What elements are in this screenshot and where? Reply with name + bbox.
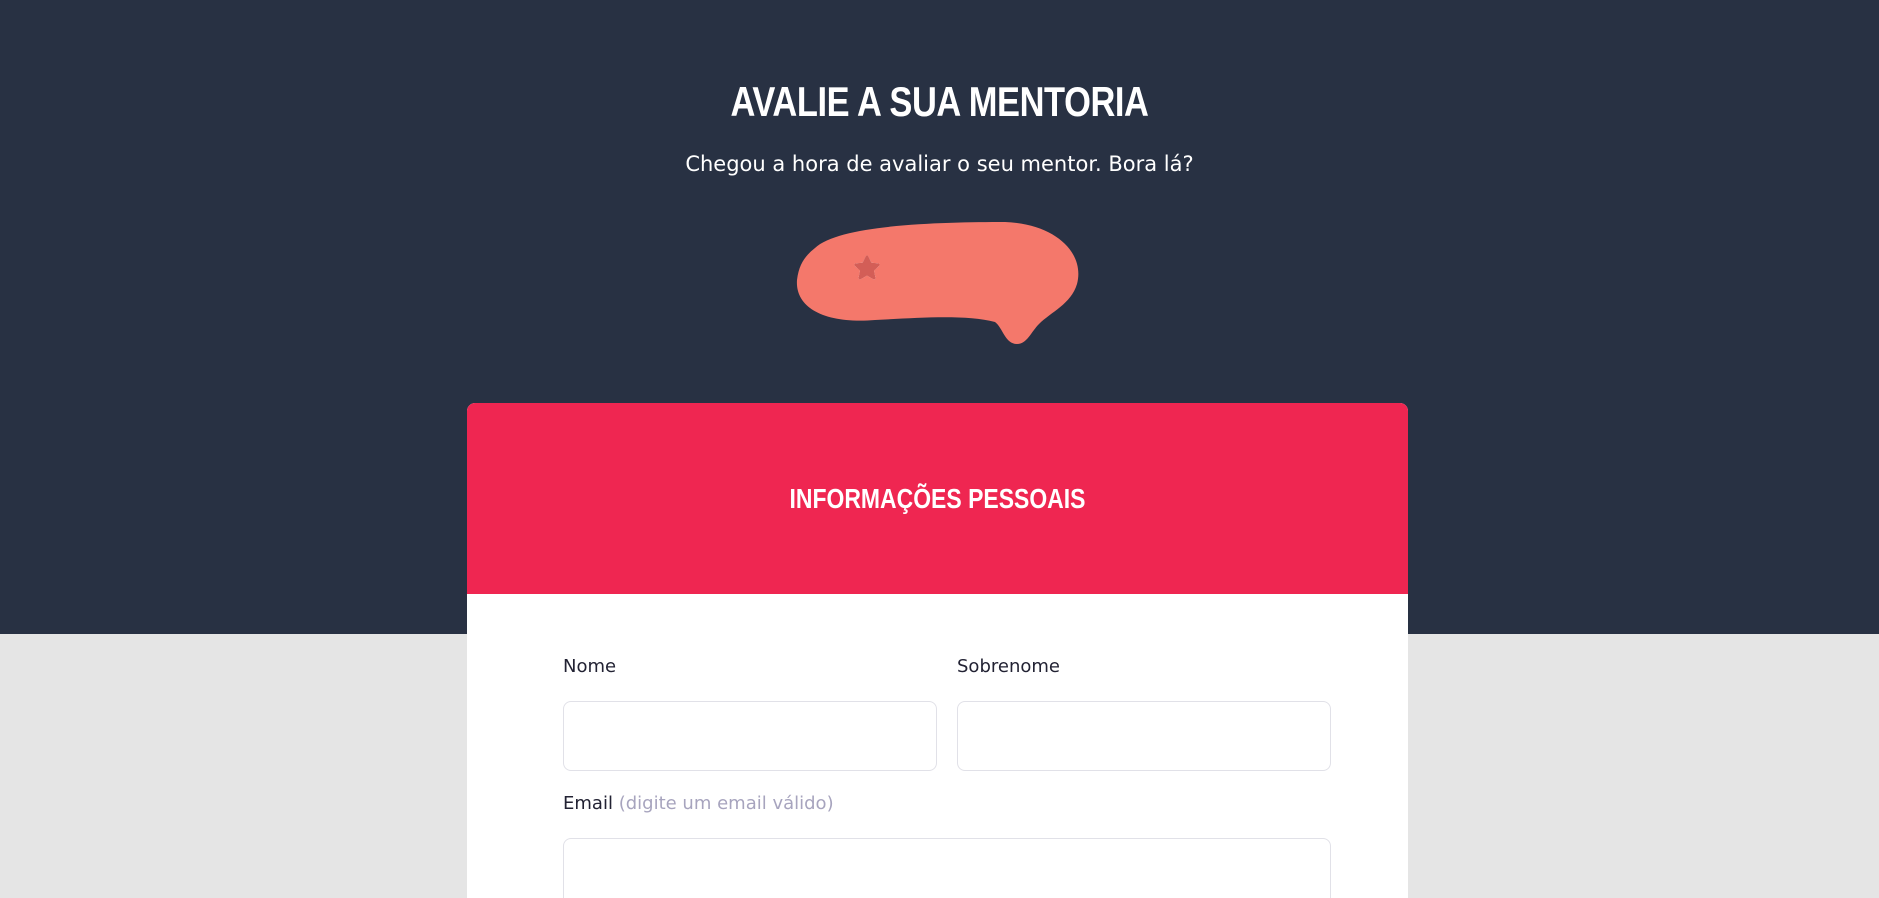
personal-info-card: INFORMAÇÕES PESSOAIS Nome Sobrenome Emai… [467,403,1408,898]
sobrenome-input[interactable] [957,701,1331,771]
email-label-group: Email (digite um email válido) [563,793,834,814]
page-subtitle: Chegou a hora de avaliar o seu mentor. B… [685,152,1194,176]
nome-input[interactable] [563,701,937,771]
star-empty-icon[interactable] [853,254,881,282]
card-header: INFORMAÇÕES PESSOAIS [467,403,1408,594]
email-label: Email [563,793,613,814]
card-header-title: INFORMAÇÕES PESSOAIS [789,482,1086,514]
speech-bubble-icon [796,222,1079,344]
email-input[interactable] [563,838,1331,898]
page-title: AVALIE A SUA MENTORIA [730,78,1149,125]
nome-label: Nome [563,656,617,677]
sobrenome-label: Sobrenome [957,656,1060,677]
email-hint: (digite um email válido) [618,793,834,814]
rating-speech-bubble [795,218,1081,350]
